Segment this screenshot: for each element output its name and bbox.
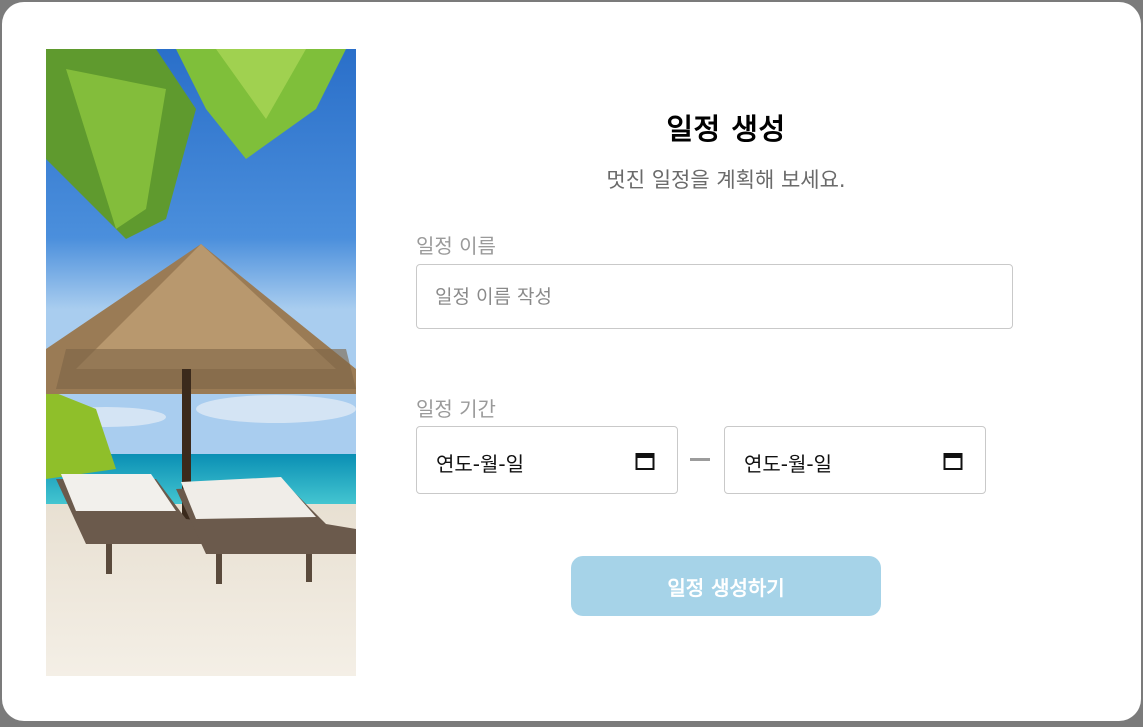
- start-date-input[interactable]: 연도-월-일: [416, 426, 678, 494]
- schedule-period-label: 일정 기간: [416, 397, 496, 421]
- beach-image: [46, 49, 356, 676]
- create-schedule-modal: 일정 생성 멋진 일정을 계획해 보세요. 일정 이름 일정 기간 연도-월-일…: [2, 2, 1141, 721]
- schedule-name-input[interactable]: [416, 264, 1013, 329]
- calendar-icon[interactable]: [635, 451, 655, 471]
- end-date-placeholder: 연도-월-일: [744, 452, 833, 476]
- start-date-placeholder: 연도-월-일: [436, 452, 525, 476]
- modal-subtitle: 멋진 일정을 계획해 보세요.: [606, 168, 846, 192]
- schedule-name-label: 일정 이름: [416, 234, 496, 258]
- create-schedule-button[interactable]: 일정 생성하기: [571, 556, 881, 616]
- calendar-icon[interactable]: [943, 451, 963, 471]
- date-range-separator: [690, 458, 710, 461]
- modal-title: 일정 생성: [666, 112, 786, 146]
- end-date-input[interactable]: 연도-월-일: [724, 426, 986, 494]
